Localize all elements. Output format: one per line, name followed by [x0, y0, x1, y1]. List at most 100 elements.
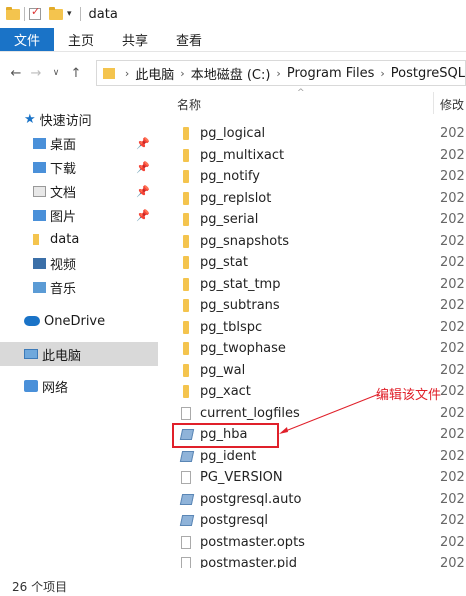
config-file-icon [179, 450, 195, 462]
file-row[interactable]: postgresql 2021 [163, 510, 466, 532]
file-list: ^ 名称 修改 pg_logical2021pg_multixact2021pg… [163, 88, 466, 568]
file-row[interactable]: pg_stat_tmp 2021 [163, 274, 466, 296]
back-icon[interactable]: ← [6, 66, 26, 81]
file-row[interactable]: pg_wal 2021 [163, 360, 466, 382]
file-row[interactable]: postmaster.opts 2021 [163, 532, 466, 554]
file-name: pg_notify [200, 169, 260, 185]
tab-share[interactable]: 共享 [108, 28, 162, 51]
file-name: pg_wal [200, 362, 246, 378]
column-name[interactable]: 名称 [177, 96, 201, 113]
breadcrumb-program-files[interactable]: Program Files [287, 66, 375, 81]
up-icon[interactable]: ↑ [66, 66, 86, 81]
folder-icon [183, 256, 189, 270]
annotation-text: 编辑该文件 [376, 388, 442, 403]
breadcrumb-separator[interactable]: › [276, 67, 280, 80]
folder-icon [183, 299, 189, 313]
file-name: pg_tblspc [200, 319, 263, 335]
file-date: 2021 [440, 190, 466, 206]
file-date: 2021 [440, 341, 466, 357]
nav-item-label: 下载 [50, 161, 77, 177]
file-row[interactable]: postgresql.auto 2021 [163, 489, 466, 511]
sort-ascending-icon: ^ [297, 88, 305, 98]
file-row[interactable]: pg_multixact 2021 [163, 145, 466, 167]
nav-item-desktop[interactable]: 桌面 📌 [0, 131, 158, 155]
nav-network[interactable]: 网络 [0, 374, 158, 398]
file-icon [181, 471, 191, 485]
nav-quick-access[interactable]: ★ 快速访问 [0, 107, 158, 131]
breadcrumb-separator[interactable]: › [125, 67, 129, 80]
forward-icon[interactable]: → [26, 66, 46, 81]
file-date: 2021 [440, 233, 466, 249]
file-row[interactable]: pg_snapshots 2021 [163, 231, 466, 253]
pin-icon[interactable]: 📌 [136, 185, 150, 198]
customize-toolbar-icon[interactable]: ▾ [67, 9, 72, 19]
file-date: 2021 [440, 427, 466, 443]
nav-item-pictures[interactable]: 图片 📌 [0, 203, 158, 227]
pictures-icon [33, 209, 46, 221]
file-row[interactable]: pg_twophase 2021 [163, 338, 466, 360]
config-file-icon [179, 515, 195, 527]
file-row[interactable]: pg_tblspc 2021 [163, 317, 466, 339]
file-name: postmaster.opts [200, 534, 305, 550]
breadcrumb-separator[interactable]: › [180, 67, 184, 80]
file-name: PG_VERSION [200, 470, 283, 486]
nav-item-music[interactable]: 音乐 [0, 275, 158, 299]
file-row[interactable]: pg_subtrans 2021 [163, 295, 466, 317]
file-name: pg_stat [200, 255, 248, 271]
nav-item-data[interactable]: data [0, 227, 158, 251]
file-name: pg_xact [200, 384, 251, 400]
file-row[interactable]: pg_notify 2021 [163, 166, 466, 188]
pin-icon[interactable]: 📌 [136, 209, 150, 222]
navigation-pane: ★ 快速访问 桌面 📌 下载 📌 文档 📌 图片 📌 data 视频 音乐 On… [0, 96, 158, 556]
item-count: 26 个项目 [12, 580, 68, 594]
recent-locations-icon[interactable]: ∨ [46, 68, 66, 78]
file-date: 2021 [440, 169, 466, 185]
nav-onedrive[interactable]: OneDrive [0, 309, 158, 333]
nav-onedrive-label: OneDrive [44, 313, 106, 329]
breadcrumb-local-disk[interactable]: 本地磁盘 (C:) [191, 64, 271, 83]
pin-icon[interactable]: 📌 [136, 161, 150, 174]
file-row[interactable]: pg_stat 2021 [163, 252, 466, 274]
file-row[interactable]: pg_serial 2021 [163, 209, 466, 231]
title-bar: ▾ data [0, 0, 466, 28]
column-modified[interactable]: 修改 [440, 96, 464, 113]
folder-icon [183, 320, 189, 334]
nav-item-documents[interactable]: 文档 📌 [0, 179, 158, 203]
tab-file[interactable]: 文件 [0, 28, 55, 51]
nav-item-videos[interactable]: 视频 [0, 251, 158, 275]
nav-item-label: 视频 [50, 257, 77, 273]
nav-this-pc[interactable]: 此电脑 [0, 342, 158, 366]
file-name: pg_logical [200, 126, 266, 142]
tab-view[interactable]: 查看 [162, 28, 216, 51]
nav-item-downloads[interactable]: 下载 📌 [0, 155, 158, 179]
file-date: 2021 [440, 491, 466, 507]
file-row[interactable]: postmaster.pid 2021 [163, 553, 466, 568]
tab-home[interactable]: 主页 [54, 28, 108, 51]
file-date: 2021 [440, 534, 466, 550]
folder-icon [183, 234, 189, 248]
folder-icon [183, 148, 189, 162]
folder-icon [183, 342, 189, 356]
folder-icon [183, 363, 189, 377]
download-icon [33, 161, 46, 173]
nav-item-label: 音乐 [50, 281, 77, 297]
folder-icon [183, 385, 189, 399]
title-separator [24, 7, 25, 21]
new-folder-icon[interactable] [49, 6, 63, 20]
column-divider[interactable] [433, 92, 434, 114]
file-date: 2021 [440, 319, 466, 335]
file-row[interactable]: PG_VERSION 2021 [163, 467, 466, 489]
file-row[interactable]: pg_replslot 2021 [163, 188, 466, 210]
file-date: 2021 [440, 405, 466, 421]
address-bar[interactable]: › 此电脑 › 本地磁盘 (C:) › Program Files › Post… [96, 60, 466, 86]
pin-icon[interactable]: 📌 [136, 137, 150, 150]
file-icon [181, 406, 191, 420]
breadcrumb-separator[interactable]: › [380, 67, 384, 80]
breadcrumb-this-pc[interactable]: 此电脑 [135, 64, 174, 83]
file-row[interactable]: pg_ident 2021 [163, 446, 466, 468]
properties-icon[interactable] [29, 5, 41, 20]
breadcrumb-postgresql[interactable]: PostgreSQL [391, 66, 465, 81]
file-row[interactable]: pg_logical 2021 [163, 123, 466, 145]
folder-icon [183, 277, 189, 291]
file-name: postmaster.pid [200, 556, 297, 568]
